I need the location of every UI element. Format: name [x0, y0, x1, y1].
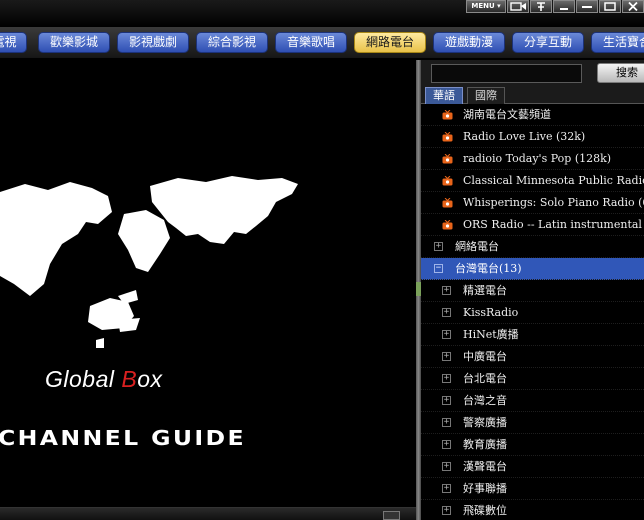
- subgroup-label: 中廣電台: [463, 350, 507, 363]
- subgroup-label: HiNet廣播: [463, 328, 519, 341]
- player-control-bar[interactable]: [0, 507, 416, 520]
- search-button[interactable]: 搜索: [597, 63, 644, 83]
- video-player[interactable]: Global Box CHANNEL GUIDE: [0, 60, 416, 507]
- tree-subgroup[interactable]: + 精選電台: [421, 280, 644, 302]
- nav-games-anime[interactable]: 遊戲動漫: [433, 32, 505, 53]
- channel-panel: 搜索 華語 國際 湖南電台文藝頻道 Radio Love Live (32k) …: [421, 60, 644, 520]
- tree-subgroup[interactable]: + 教育廣播: [421, 434, 644, 456]
- tree-subgroup[interactable]: + 飛碟數位: [421, 500, 644, 520]
- subgroup-label: 警察廣播: [463, 416, 507, 429]
- maximize-icon[interactable]: [599, 0, 621, 13]
- subgroup-label: 台北電台: [463, 372, 507, 385]
- station-label: ORS Radio -- Latin instrumental classics: [463, 218, 644, 231]
- list-item[interactable]: Whisperings: Solo Piano Radio (64k): [421, 192, 644, 214]
- group-label: 台灣電台(13): [455, 262, 522, 275]
- expand-icon[interactable]: +: [442, 396, 451, 405]
- tree-group-selected[interactable]: − 台灣電台(13): [421, 258, 644, 280]
- menu-button[interactable]: MENU ▾: [466, 0, 506, 13]
- radio-icon: [442, 198, 453, 208]
- subgroup-label: 台灣之音: [463, 394, 507, 407]
- station-label: 湖南電台文藝頻道: [463, 108, 551, 121]
- radio-icon: [442, 154, 453, 164]
- expand-icon[interactable]: +: [442, 352, 451, 361]
- expand-icon[interactable]: +: [442, 286, 451, 295]
- expand-icon[interactable]: +: [442, 484, 451, 493]
- list-item[interactable]: Classical Minnesota Public Radio (64k): [421, 170, 644, 192]
- tree-subgroup[interactable]: + HiNet廣播: [421, 324, 644, 346]
- nav-entertainment-cinema[interactable]: 歡樂影城: [38, 32, 110, 53]
- pin-icon[interactable]: [530, 0, 552, 13]
- expand-icon[interactable]: +: [442, 308, 451, 317]
- channel-tree: 湖南電台文藝頻道 Radio Love Live (32k) radioio T…: [421, 104, 644, 520]
- expand-icon[interactable]: +: [442, 330, 451, 339]
- expand-icon[interactable]: +: [442, 462, 451, 471]
- list-item[interactable]: 湖南電台文藝頻道: [421, 104, 644, 126]
- close-icon[interactable]: [622, 0, 644, 13]
- expand-icon[interactable]: +: [442, 418, 451, 427]
- radio-icon: [442, 132, 453, 142]
- tree-subgroup[interactable]: + 中廣電台: [421, 346, 644, 368]
- station-label: Classical Minnesota Public Radio (64k): [463, 174, 644, 187]
- subgroup-label: 好事聯播: [463, 482, 507, 495]
- expand-icon[interactable]: [383, 511, 400, 520]
- expand-icon[interactable]: +: [442, 440, 451, 449]
- list-item[interactable]: Radio Love Live (32k): [421, 126, 644, 148]
- subgroup-label: 教育廣播: [463, 438, 507, 451]
- subgroup-label: KissRadio: [463, 306, 519, 319]
- nav-share[interactable]: 分享互動: [512, 32, 584, 53]
- world-map-logo: [0, 176, 298, 348]
- window-controls: MENU ▾: [465, 0, 644, 13]
- nav-variety[interactable]: 綜合影視: [196, 32, 268, 53]
- tree-subgroup[interactable]: + 台北電台: [421, 368, 644, 390]
- station-label: Whisperings: Solo Piano Radio (64k): [463, 196, 644, 209]
- nav-internet-radio[interactable]: 網路電台: [354, 32, 426, 53]
- search-bar: 搜索: [421, 60, 644, 87]
- tree-subgroup[interactable]: + 警察廣播: [421, 412, 644, 434]
- nav-lifestyle[interactable]: 生活寶合: [591, 32, 644, 53]
- tab-chinese[interactable]: 華語: [425, 87, 463, 104]
- expand-icon[interactable]: +: [442, 506, 451, 515]
- tree-subgroup[interactable]: + 台灣之音: [421, 390, 644, 412]
- tree-subgroup[interactable]: + 好事聯播: [421, 478, 644, 500]
- brand-accent-letter: B: [121, 366, 138, 392]
- list-item[interactable]: ORS Radio -- Latin instrumental classics: [421, 214, 644, 236]
- collapse-icon[interactable]: −: [434, 264, 443, 273]
- brand-text-tail: ox: [137, 366, 163, 392]
- brand-logo: Global Box: [45, 366, 163, 393]
- tree-subgroup[interactable]: + 漢聲電台: [421, 456, 644, 478]
- category-nav: 電視 歡樂影城 影視戲劇 綜合影視 音樂歌唱 網路電台 遊戲動漫 分享互動 生活…: [0, 27, 644, 59]
- station-label: Radio Love Live (32k): [463, 130, 586, 143]
- title-bar: MENU ▾: [0, 0, 644, 27]
- nav-drama[interactable]: 影視戲劇: [117, 32, 189, 53]
- brand-text: Global: [45, 366, 122, 392]
- search-input[interactable]: [431, 64, 582, 83]
- subgroup-label: 飛碟數位: [463, 504, 507, 517]
- tab-international[interactable]: 國際: [467, 87, 505, 104]
- minimode-icon[interactable]: [553, 0, 575, 13]
- tree-group[interactable]: + 網絡電台: [421, 236, 644, 258]
- region-tabs: 華語 國際: [421, 87, 644, 104]
- nav-music[interactable]: 音樂歌唱: [275, 32, 347, 53]
- video-icon[interactable]: [507, 0, 529, 13]
- radio-icon: [442, 176, 453, 186]
- subgroup-label: 漢聲電台: [463, 460, 507, 473]
- expand-icon[interactable]: +: [434, 242, 443, 251]
- minimize-icon[interactable]: [576, 0, 598, 13]
- subgroup-label: 精選電台: [463, 284, 507, 297]
- radio-icon: [442, 220, 453, 230]
- channel-guide-title: CHANNEL GUIDE: [0, 426, 246, 450]
- expand-icon[interactable]: +: [442, 374, 451, 383]
- station-label: radioio Today's Pop (128k): [463, 152, 612, 165]
- group-label: 網絡電台: [455, 240, 499, 253]
- radio-icon: [442, 110, 453, 120]
- list-item[interactable]: radioio Today's Pop (128k): [421, 148, 644, 170]
- tree-subgroup[interactable]: + KissRadio: [421, 302, 644, 324]
- nav-tv[interactable]: 電視: [0, 32, 27, 53]
